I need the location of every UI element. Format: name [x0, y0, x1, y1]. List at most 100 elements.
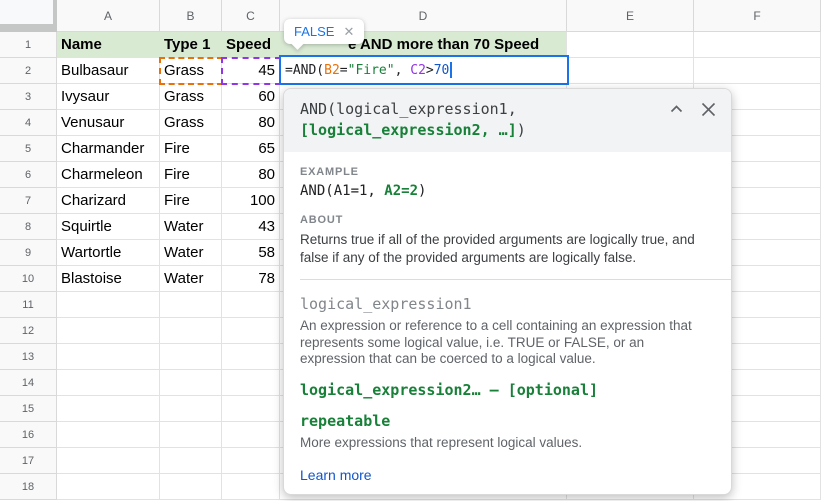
text-caret	[450, 62, 452, 78]
cell-B12[interactable]	[160, 318, 222, 344]
about-text: Returns true if all of the provided argu…	[300, 232, 695, 265]
cell-B6[interactable]: Fire	[160, 162, 222, 188]
cell-A12[interactable]	[57, 318, 160, 344]
row-header-11[interactable]: 11	[0, 292, 57, 318]
cell-C2[interactable]: 45	[222, 58, 280, 84]
cell-B7[interactable]: Fire	[160, 188, 222, 214]
function-help-body: EXAMPLE AND(A1=1, A2=2) ABOUT Returns tr…	[284, 152, 731, 494]
cell-A14[interactable]	[57, 370, 160, 396]
repeatable-title: repeatable	[300, 411, 391, 430]
cell-B16[interactable]	[160, 422, 222, 448]
cell-B13[interactable]	[160, 344, 222, 370]
formula-token: B2	[324, 62, 340, 78]
cell-C10[interactable]: 78	[222, 266, 280, 292]
cell-C5[interactable]: 65	[222, 136, 280, 162]
cell-A5[interactable]: Charmander	[57, 136, 160, 162]
cell-A7[interactable]: Charizard	[57, 188, 160, 214]
column-header-B[interactable]: B	[160, 0, 222, 32]
cell-B18[interactable]	[160, 474, 222, 500]
cell-B1[interactable]: Type 1	[160, 32, 222, 58]
column-header-C[interactable]: C	[222, 0, 280, 32]
cell-A8[interactable]: Squirtle	[57, 214, 160, 240]
cell-C11[interactable]	[222, 292, 280, 318]
formula-token: "Fire"	[347, 62, 395, 78]
row-header-4[interactable]: 4	[0, 110, 57, 136]
cell-B8[interactable]: Water	[160, 214, 222, 240]
cell-C4[interactable]: 80	[222, 110, 280, 136]
column-header-E[interactable]: E	[567, 0, 694, 32]
cell-F2[interactable]	[694, 58, 821, 84]
column-header-F[interactable]: F	[694, 0, 821, 32]
cell-C1[interactable]: Speed	[222, 32, 280, 58]
cell-A13[interactable]	[57, 344, 160, 370]
cell-B5[interactable]: Fire	[160, 136, 222, 162]
row-header-6[interactable]: 6	[0, 162, 57, 188]
cell-B10[interactable]: Water	[160, 266, 222, 292]
row-header-13[interactable]: 13	[0, 344, 57, 370]
cell-B11[interactable]	[160, 292, 222, 318]
row-header-18[interactable]: 18	[0, 474, 57, 500]
row-header-14[interactable]: 14	[0, 370, 57, 396]
cell-E1[interactable]	[567, 32, 694, 58]
cell-A2[interactable]: Bulbasaur	[57, 58, 160, 84]
cell-A16[interactable]	[57, 422, 160, 448]
cell-A11[interactable]	[57, 292, 160, 318]
row-header-3[interactable]: 3	[0, 84, 57, 110]
cell-B17[interactable]	[160, 448, 222, 474]
cell-C15[interactable]	[222, 396, 280, 422]
column-header-A[interactable]: A	[57, 0, 160, 32]
cell-C14[interactable]	[222, 370, 280, 396]
cell-C13[interactable]	[222, 344, 280, 370]
cell-B9[interactable]: Water	[160, 240, 222, 266]
cell-A17[interactable]	[57, 448, 160, 474]
cell-A6[interactable]: Charmeleon	[57, 162, 160, 188]
cell-C16[interactable]	[222, 422, 280, 448]
cell-C7[interactable]: 100	[222, 188, 280, 214]
row-header-9[interactable]: 9	[0, 240, 57, 266]
formula-cell-editor[interactable]: =AND(B2="Fire", C2>70	[279, 55, 569, 85]
section-divider	[300, 279, 731, 280]
chevron-up-icon[interactable]	[665, 98, 687, 120]
signature-line1: AND(logical_expression1,	[300, 100, 517, 118]
cell-A15[interactable]	[57, 396, 160, 422]
cell-C3[interactable]: 60	[222, 84, 280, 110]
cell-B3[interactable]: Grass	[160, 84, 222, 110]
cell-B4[interactable]: Grass	[160, 110, 222, 136]
row-header-16[interactable]: 16	[0, 422, 57, 448]
cell-B15[interactable]	[160, 396, 222, 422]
cell-C18[interactable]	[222, 474, 280, 500]
cell-B14[interactable]	[160, 370, 222, 396]
row-header-7[interactable]: 7	[0, 188, 57, 214]
cell-C8[interactable]: 43	[222, 214, 280, 240]
cell-A18[interactable]	[57, 474, 160, 500]
cell-A3[interactable]: Ivysaur	[57, 84, 160, 110]
select-all-corner[interactable]	[0, 0, 57, 32]
row-header-5[interactable]: 5	[0, 136, 57, 162]
signature-active-param: [logical_expression2, …]	[300, 121, 517, 139]
row-header-2[interactable]: 2	[0, 58, 57, 84]
cell-E2[interactable]	[567, 58, 694, 84]
cell-C17[interactable]	[222, 448, 280, 474]
row-header-8[interactable]: 8	[0, 214, 57, 240]
row-header-15[interactable]: 15	[0, 396, 57, 422]
row-header-10[interactable]: 10	[0, 266, 57, 292]
cell-F1[interactable]	[694, 32, 821, 58]
cell-C12[interactable]	[222, 318, 280, 344]
learn-more-link[interactable]: Learn more	[300, 467, 372, 483]
row-header-1[interactable]: 1	[0, 32, 57, 58]
cell-A9[interactable]: Wartortle	[57, 240, 160, 266]
cell-C9[interactable]: 58	[222, 240, 280, 266]
formula-token: ,	[394, 62, 411, 78]
cell-A4[interactable]: Venusaur	[57, 110, 160, 136]
close-icon[interactable]: ✕	[343, 24, 354, 40]
formula-token: =AND(	[285, 62, 325, 78]
cell-A1[interactable]: Name	[57, 32, 160, 58]
row-header-12[interactable]: 12	[0, 318, 57, 344]
cell-B2[interactable]: Grass	[160, 58, 222, 84]
formula-token: 70	[433, 62, 450, 78]
cell-A10[interactable]: Blastoise	[57, 266, 160, 292]
cell-C6[interactable]: 80	[222, 162, 280, 188]
formula-text: =AND(B2="Fire", C2>70	[285, 63, 449, 78]
row-header-17[interactable]: 17	[0, 448, 57, 474]
close-icon[interactable]	[697, 98, 719, 120]
